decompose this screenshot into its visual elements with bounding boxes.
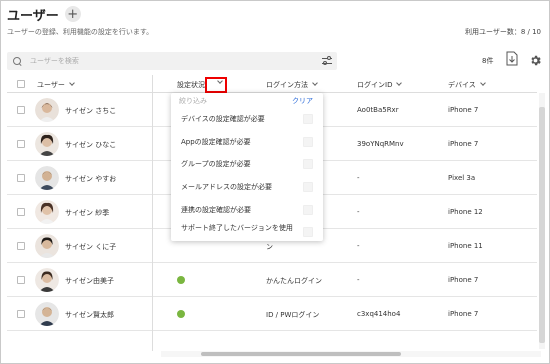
page-header: ユーザー + <box>7 4 81 24</box>
column-header-device[interactable]: デバイス <box>448 80 486 90</box>
filter-settings-icon[interactable] <box>321 55 333 67</box>
avatar <box>35 268 59 292</box>
login-method: かんたんログイン <box>266 277 322 285</box>
filter-option-checkbox[interactable] <box>303 205 313 215</box>
clear-filter-link[interactable]: クリア <box>292 96 313 106</box>
status-ok-icon <box>177 276 185 284</box>
user-name: サイゼン賢太郎 <box>65 311 114 319</box>
status-ok-icon <box>177 310 185 318</box>
avatar <box>35 302 59 326</box>
table-row[interactable]: サイゼン賢太郎 ID / PWログイン c3xq414ho4 iPhone 7 <box>7 297 537 331</box>
column-header-login-method[interactable]: ログイン方法 <box>266 80 318 90</box>
device-name: iPhone 7 <box>448 310 479 318</box>
filter-option[interactable]: デバイスの設定確認が必要 <box>181 115 299 124</box>
user-name: サイゼン ひなこ <box>65 141 117 149</box>
horizontal-scrollbar-thumb[interactable] <box>201 352 401 356</box>
row-checkbox[interactable] <box>17 106 25 114</box>
filter-option[interactable]: グループの設定が必要 <box>181 160 299 169</box>
login-id: - <box>357 208 360 216</box>
user-name: サイゼン やすお <box>65 175 117 183</box>
filter-search-input[interactable]: 絞り込み <box>179 96 207 106</box>
gear-icon[interactable] <box>529 52 542 66</box>
device-name: Pixel 3a <box>448 174 476 182</box>
filter-option-checkbox[interactable] <box>303 137 313 147</box>
row-checkbox[interactable] <box>17 276 25 284</box>
search-input[interactable] <box>30 57 310 65</box>
select-all-checkbox[interactable] <box>17 80 25 88</box>
highlight-box <box>205 77 227 93</box>
login-id: - <box>357 174 360 182</box>
user-name: サイゼン由美子 <box>65 277 114 285</box>
device-name: iPhone 7 <box>448 106 479 114</box>
filter-option-checkbox[interactable] <box>303 182 313 192</box>
filter-option[interactable]: サポート終了したバージョンを使用 <box>181 224 301 233</box>
page-subtitle: ユーザーの登録、利用機能の設定を行います。 <box>7 28 154 36</box>
device-name: iPhone 11 <box>448 242 483 250</box>
frozen-column-divider <box>152 75 153 351</box>
row-checkbox[interactable] <box>17 310 25 318</box>
device-name: iPhone 12 <box>448 208 483 216</box>
avatar <box>35 234 59 258</box>
table-header: ユーザー 設定状況 ログイン方法 ログインID デバイス <box>7 75 537 93</box>
horizontal-scrollbar[interactable] <box>161 351 541 357</box>
device-name: iPhone 7 <box>448 276 479 284</box>
vertical-scrollbar[interactable] <box>539 93 545 349</box>
avatar <box>35 132 59 156</box>
search-bar[interactable] <box>7 52 337 70</box>
page-title: ユーザー <box>7 8 59 24</box>
filter-option-checkbox[interactable] <box>303 227 313 237</box>
search-icon <box>13 56 22 66</box>
vertical-scrollbar-thumb[interactable] <box>539 107 545 343</box>
avatar <box>35 200 59 224</box>
device-name: iPhone 7 <box>448 140 479 148</box>
login-method: ン <box>266 243 273 251</box>
login-method: ID / PWログイン <box>266 311 320 319</box>
column-header-status[interactable]: 設定状況 <box>177 80 205 90</box>
login-id: c3xq414ho4 <box>357 310 401 318</box>
chevron-down-icon <box>69 80 75 86</box>
row-checkbox[interactable] <box>17 208 25 216</box>
row-checkbox[interactable] <box>17 174 25 182</box>
login-id: Ao0tBa5Rxr <box>357 106 399 114</box>
column-header-login-id[interactable]: ログインID <box>357 80 403 90</box>
chevron-down-icon <box>312 80 318 86</box>
user-name: サイゼン さちこ <box>65 107 117 115</box>
app-frame: ユーザー + ユーザーの登録、利用機能の設定を行います。 利用ユーザー数：8 /… <box>0 0 550 364</box>
user-count-text: 利用ユーザー数：8 / 10 <box>464 28 541 36</box>
filter-option[interactable]: 連携の設定確認が必要 <box>181 206 299 215</box>
column-header-user[interactable]: ユーザー <box>37 80 75 90</box>
login-id: - <box>357 276 360 284</box>
avatar <box>35 166 59 190</box>
result-count: 8件 <box>482 57 494 65</box>
status-filter-dropdown: 絞り込み クリア デバイスの設定確認が必要 Appの設定確認が必要 グループの設… <box>171 93 323 241</box>
filter-option[interactable]: Appの設定確認が必要 <box>181 138 299 147</box>
filter-option-checkbox[interactable] <box>303 159 313 169</box>
download-icon[interactable] <box>506 51 518 66</box>
filter-option[interactable]: メールアドレスの設定が必要 <box>181 183 299 192</box>
avatar <box>35 98 59 122</box>
table-row[interactable]: サイゼン由美子 かんたんログイン - iPhone 7 <box>7 263 537 297</box>
filter-option-checkbox[interactable] <box>303 114 313 124</box>
login-id: 39oYNqRMnv <box>357 140 404 148</box>
row-checkbox[interactable] <box>17 140 25 148</box>
user-name: サイゼン くに子 <box>65 243 117 251</box>
chevron-down-icon <box>479 80 486 86</box>
add-user-button[interactable]: + <box>64 6 81 22</box>
login-id: - <box>357 242 360 250</box>
chevron-down-icon <box>396 80 403 86</box>
row-checkbox[interactable] <box>17 242 25 250</box>
user-name: サイゼン 紗季 <box>65 209 110 217</box>
